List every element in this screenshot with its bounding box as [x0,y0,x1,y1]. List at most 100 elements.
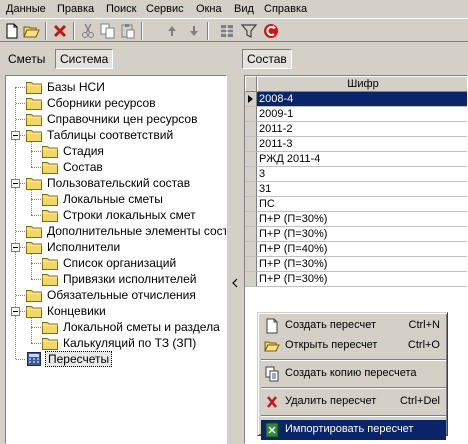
table-row[interactable]: 31 [245,182,467,197]
table-row[interactable]: 3 [245,167,467,182]
tree-item-label: Состав [63,160,103,174]
row-indicator [245,152,257,167]
refresh-icon[interactable] [262,22,280,40]
tab-sistema[interactable]: Система [55,49,114,69]
table-row[interactable]: П+Р (П=40%) [245,242,467,257]
collapse-toggle-icon[interactable] [11,243,20,252]
table-cell-shifr[interactable]: 2011-3 [257,137,467,152]
table-row[interactable]: 2011-2 [245,122,467,137]
tree-line [31,343,41,344]
table-cell-shifr[interactable]: ПС [257,197,467,212]
folder-icon [42,192,58,206]
cut-icon[interactable] [79,22,97,40]
folder-icon [42,144,58,158]
table-cell-shifr[interactable]: 3 [257,167,467,182]
system-tree[interactable]: Базы НСИ Сборники ресурсов Справочники цен… [5,75,227,444]
table-cell-shifr[interactable]: П+Р (П=30%) [257,272,467,287]
import-recalc-item[interactable]: Импортировать пересчет [261,420,446,440]
copy-icon[interactable] [99,22,117,40]
move-down-icon[interactable] [185,22,203,40]
collapse-left-icon[interactable] [232,278,238,288]
folder-icon [26,224,42,238]
menu-data[interactable]: Данные [6,2,46,16]
tree-line [16,231,25,232]
menu-item-label: Создать копию пересчета [285,367,417,379]
column-header-shifr[interactable]: Шифр [257,76,467,92]
tree-item-label: Калькуляций по ТЗ (ЗП) [63,336,197,350]
tree-item-label: Таблицы соответствий [47,128,174,142]
tree-item-label: Сборники ресурсов [47,96,156,110]
copy-document-icon [264,366,280,382]
tree-item-label: Пользовательский состав [47,176,191,190]
collapse-toggle-icon[interactable] [11,307,20,316]
copy-recalc-item[interactable]: Создать копию пересчета [261,364,446,384]
folder-icon [26,96,42,110]
table-row[interactable]: П+Р (П=30%) [245,257,467,272]
tree-item-label: Базы НСИ [47,80,105,94]
table-row[interactable]: 2011-3 [245,137,467,152]
delete-recalc-item[interactable]: Удалить пересчет Ctrl+Del [261,392,446,412]
menu-item-shortcut: Ctrl+N [408,319,440,331]
paste-icon[interactable] [119,22,137,40]
menu-service[interactable]: Сервис [146,2,184,16]
table-cell-shifr[interactable]: 2009-1 [257,107,467,122]
row-indicator [245,167,257,182]
panel-splitter[interactable] [230,44,240,444]
toolbar-separator [207,22,209,40]
table-row[interactable]: П+Р (П=30%) [245,272,467,287]
row-indicator [245,197,257,212]
calculator-icon [26,352,42,366]
tree-line [31,167,41,168]
tab-smety[interactable]: Сметы [3,49,50,69]
move-up-icon[interactable] [163,22,181,40]
menu-edit[interactable]: Правка [57,2,94,16]
table-row[interactable]: 2008-4 [245,92,467,107]
delete-icon[interactable] [51,22,69,40]
menu-help[interactable]: Справка [264,2,307,16]
menu-view[interactable]: Вид [234,2,254,16]
menu-item-label: Создать пересчет [285,319,377,331]
table-cell-shifr[interactable]: П+Р (П=40%) [257,242,467,257]
open-folder-icon[interactable] [23,22,41,40]
tree-line [31,279,41,280]
tree-line [16,87,25,88]
folder-icon [42,336,58,350]
collapse-toggle-icon[interactable] [11,131,20,140]
create-recalc-item[interactable]: Создать пересчет Ctrl+N [261,316,446,336]
tree-line [16,359,25,360]
table-row[interactable]: П+Р (П=30%) [245,212,467,227]
folder-icon [42,208,58,222]
table-cell-shifr[interactable]: П+Р (П=30%) [257,227,467,242]
table-cell-shifr[interactable]: 31 [257,182,467,197]
table-row[interactable]: ПС [245,197,467,212]
table-row[interactable]: П+Р (П=30%) [245,227,467,242]
folder-icon [42,160,58,174]
new-file-icon[interactable] [3,22,21,40]
row-indicator [245,257,257,272]
open-recalc-item[interactable]: Открыть пересчет Ctrl+O [261,336,446,356]
table-row[interactable]: 2009-1 [245,107,467,122]
table-cell-shifr[interactable]: П+Р (П=30%) [257,212,467,227]
toolbar-separator [45,22,47,40]
tree-line [31,327,41,328]
table-row[interactable]: РЖД 2011-4 [245,152,467,167]
table-cell-shifr[interactable]: РЖД 2011-4 [257,152,467,167]
new-document-icon [264,318,280,334]
tree-item-label: Привязки исполнителей [63,272,197,286]
table-cell-shifr[interactable]: 2008-4 [257,92,467,107]
tab-sostav[interactable]: Состав [242,49,292,69]
row-indicator [245,212,257,227]
tree-line [16,295,25,296]
menu-search[interactable]: Поиск [106,2,136,16]
table-cell-shifr[interactable]: П+Р (П=30%) [257,257,467,272]
menu-item-shortcut: Ctrl+O [407,339,440,351]
row-indicator-header [245,76,257,92]
table-cell-shifr[interactable]: 2011-2 [257,122,467,137]
tree-item-label: Справочники цен ресурсов [47,112,198,126]
menu-windows[interactable]: Окна [196,2,222,16]
collapse-toggle-icon[interactable] [11,179,20,188]
filter-icon[interactable] [240,22,258,40]
row-indicator [245,272,257,287]
grid-columns-icon[interactable] [218,22,236,40]
folder-icon [42,320,58,334]
